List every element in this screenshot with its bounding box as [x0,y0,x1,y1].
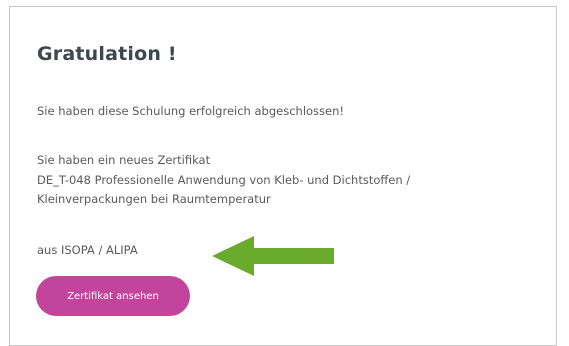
certificate-name-line1: DE_T-048 Professionelle Anwendung von Kl… [37,173,411,187]
certificate-intro: Sie haben ein neues Zertifikat [37,153,211,167]
view-certificate-button[interactable]: Zertifikat ansehen [36,276,190,316]
completion-message: Sie haben diese Schulung erfolgreich abg… [37,104,345,118]
certificate-issuer: aus ISOPA / ALIPA [37,243,138,257]
certificate-name-line2: Kleinverpackungen bei Raumtemperatur [37,192,271,206]
page-title: Gratulation ! [37,43,177,65]
left-arrow-icon [212,236,334,276]
